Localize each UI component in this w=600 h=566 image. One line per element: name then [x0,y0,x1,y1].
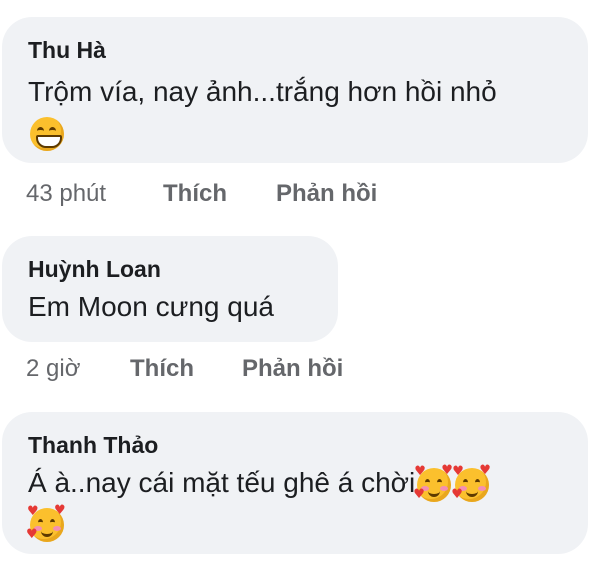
comment-text: Em Moon cưng quá [28,291,274,322]
comment-actions: 43 phút Thích Phản hồi [26,180,586,210]
like-button[interactable]: Thích [130,355,194,383]
comment-bubble: Thu Hà Trộm vía, nay ảnh...trắng hơn hồi… [2,17,588,163]
comment-timestamp[interactable]: 2 giờ [26,355,80,383]
comment-author[interactable]: Huỳnh Loan [28,256,161,283]
comment-text: Á à..nay cái mặt tếu ghê á chời ♥ ♥ ♥ ♥ ♥ ♥ [28,460,491,506]
smiling-face-with-hearts-icon: ♥ ♥ ♥ [413,462,453,502]
smiling-face-with-hearts-icon: ♥ ♥ ♥ [451,462,491,502]
like-button[interactable]: Thích [163,180,227,208]
reply-button[interactable]: Phản hồi [242,355,343,383]
reply-button[interactable]: Phản hồi [276,180,377,208]
comment-text-content: Á à..nay cái mặt tếu ghê á chời [28,467,416,498]
comment-author[interactable]: Thu Hà [28,37,106,64]
comment-text: Trộm vía, nay ảnh...trắng hơn hồi nhỏ [28,69,497,115]
comment-bubble: Huỳnh Loan Em Moon cưng quá [2,236,338,342]
grinning-face-icon [30,117,64,151]
comment-actions: 2 giờ Thích Phản hồi [26,355,586,385]
comment-author[interactable]: Thanh Thảo [28,432,158,459]
comment-bubble: Thanh Thảo Á à..nay cái mặt tếu ghê á ch… [2,412,588,554]
comment-text-content: Trộm vía, nay ảnh...trắng hơn hồi nhỏ [28,76,497,107]
smiling-face-with-hearts-icon: ♥ ♥ ♥ [26,503,66,542]
comment-timestamp[interactable]: 43 phút [26,180,106,208]
